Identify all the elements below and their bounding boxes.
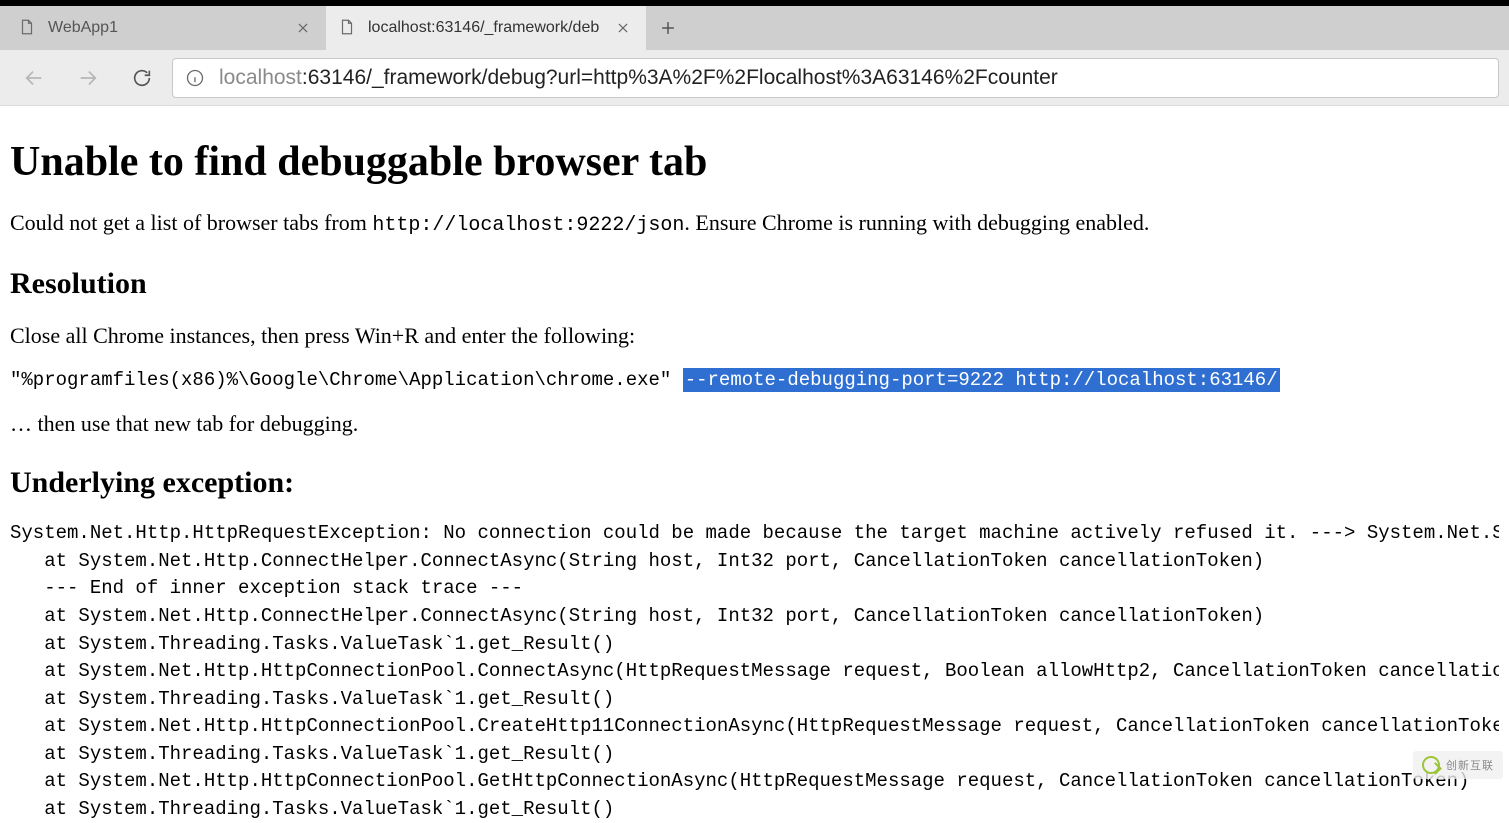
- watermark-text: 创新互联: [1446, 757, 1494, 773]
- resolution-command: "%programfiles(x86)%\Google\Chrome\Appli…: [10, 369, 1499, 391]
- page-title: Unable to find debuggable browser tab: [10, 138, 1499, 186]
- command-args-selected: --remote-debugging-port=9222 http://loca…: [683, 368, 1280, 392]
- tab-bar: WebApp1 localhost:63146/_framework/deb: [0, 6, 1509, 50]
- tab-webapp1[interactable]: WebApp1: [6, 6, 326, 50]
- site-info-icon[interactable]: [185, 68, 205, 88]
- error-url-code: http://localhost:9222/json: [372, 214, 684, 237]
- watermark-icon: [1422, 756, 1440, 774]
- close-icon[interactable]: [294, 19, 312, 37]
- error-description: Could not get a list of browser tabs fro…: [10, 208, 1499, 239]
- forward-button[interactable]: [64, 58, 112, 98]
- error-text-post: . Ensure Chrome is running with debuggin…: [684, 210, 1149, 235]
- page-icon: [18, 18, 36, 38]
- tab-title: localhost:63146/_framework/deb: [368, 19, 602, 37]
- back-button[interactable]: [10, 58, 58, 98]
- tab-title: WebApp1: [48, 19, 282, 37]
- command-path: "%programfiles(x86)%\Google\Chrome\Appli…: [10, 369, 683, 391]
- exception-heading: Underlying exception:: [10, 466, 1499, 500]
- url-text: localhost:63146/_framework/debug?url=htt…: [219, 66, 1058, 90]
- tab-debug[interactable]: localhost:63146/_framework/deb: [326, 6, 646, 50]
- address-bar[interactable]: localhost:63146/_framework/debug?url=htt…: [172, 58, 1499, 98]
- toolbar: localhost:63146/_framework/debug?url=htt…: [0, 50, 1509, 106]
- new-tab-button[interactable]: [646, 6, 690, 50]
- watermark: 创新互联: [1413, 751, 1503, 779]
- url-path: :63146/_framework/debug?url=http%3A%2F%2…: [302, 66, 1058, 89]
- resolution-followup: … then use that new tab for debugging.: [10, 409, 1499, 439]
- resolution-instruction: Close all Chrome instances, then press W…: [10, 321, 1499, 351]
- close-icon[interactable]: [614, 19, 632, 37]
- resolution-heading: Resolution: [10, 267, 1499, 301]
- page-icon: [338, 18, 356, 38]
- error-text-pre: Could not get a list of browser tabs fro…: [10, 210, 372, 235]
- page-content: Unable to find debuggable browser tab Co…: [0, 106, 1509, 823]
- refresh-button[interactable]: [118, 58, 166, 98]
- url-host: localhost: [219, 66, 302, 89]
- stack-trace: System.Net.Http.HttpRequestException: No…: [10, 520, 1499, 823]
